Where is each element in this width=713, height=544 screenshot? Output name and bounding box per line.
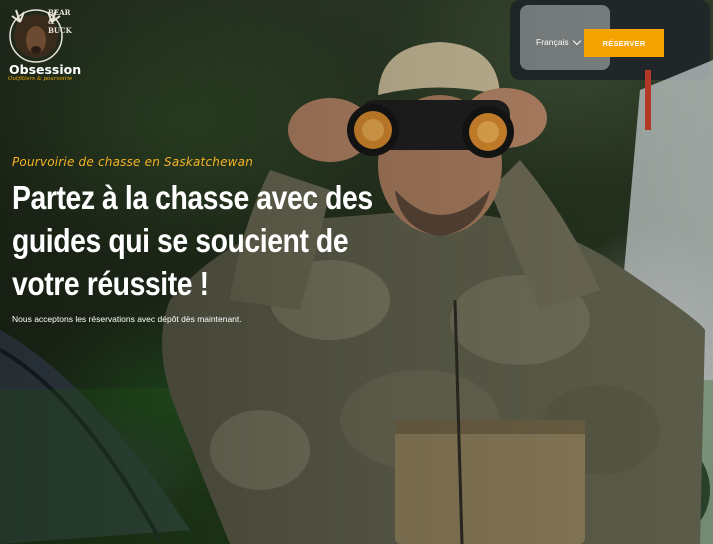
site-logo[interactable]: BEAR & BUCK Obsession Outfitters & pourv… (6, 6, 82, 82)
language-label: Français (536, 37, 569, 47)
hero-section: BEAR & BUCK Obsession Outfitters & pourv… (0, 0, 713, 544)
logo-wordmark: Obsession (9, 62, 82, 77)
chevron-down-icon (572, 36, 581, 45)
hero-eyebrow: Pourvoirie de chasse en Saskatchewan (12, 155, 254, 169)
hero-headline: Partez à la chasse avec des guides qui s… (12, 179, 373, 302)
language-selector[interactable]: Français (536, 36, 581, 47)
logo-arc-text: BEAR & BUCK (48, 8, 72, 35)
hero-subtext: Nous acceptons les réservations avec dép… (12, 314, 242, 324)
logo-tagline: Outfitters & pourvoirie (8, 76, 73, 82)
reserve-button[interactable]: RÉSERVER (584, 29, 664, 57)
